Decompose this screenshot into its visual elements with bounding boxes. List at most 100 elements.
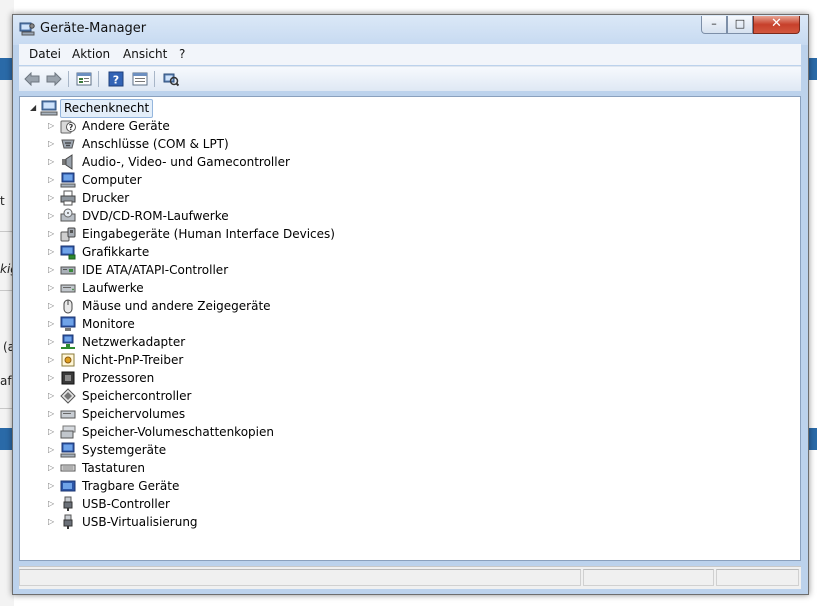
speaker-icon: [62, 154, 73, 170]
disk-drive-icon: [60, 284, 76, 293]
tree-item[interactable]: ▷ Anschlüsse (COM & LPT): [48, 135, 378, 153]
maximize-button[interactable]: □: [727, 16, 753, 34]
portable-device-icon: [60, 480, 76, 492]
toolbar-separator: [154, 71, 155, 87]
expand-arrow-icon[interactable]: ▷: [48, 265, 54, 274]
menu-help[interactable]: ?: [179, 47, 185, 61]
tree-item[interactable]: ▷ Speicher-Volumeschattenkopien: [48, 423, 378, 441]
tree-item-label: Tastaturen: [82, 461, 145, 475]
properties-button[interactable]: [75, 70, 93, 88]
expand-arrow-icon[interactable]: ▷: [48, 355, 54, 364]
tree-item-label: Nicht-PnP-Treiber: [82, 353, 184, 367]
expand-arrow-icon[interactable]: ▷: [48, 139, 54, 148]
help-icon: ?: [108, 71, 124, 87]
tree-item[interactable]: ▷ Nicht-PnP-Treiber: [48, 351, 378, 369]
menu-ansicht[interactable]: Ansicht: [123, 47, 167, 61]
tree-item[interactable]: ▷ Prozessoren: [48, 369, 378, 387]
menu-aktion[interactable]: Aktion: [72, 47, 110, 61]
tree-item-label: Systemgeräte: [82, 443, 167, 457]
close-icon: ✕: [771, 16, 782, 31]
tree-item-label: Grafikkarte: [82, 245, 150, 259]
tree-item-label: Monitore: [82, 317, 135, 331]
expand-arrow-icon[interactable]: ▷: [48, 121, 54, 130]
tree-item-label: Eingabegeräte (Human Interface Devices): [82, 227, 335, 241]
tree-item-label: Speichervolumes: [82, 407, 186, 421]
help-button[interactable]: ?: [107, 70, 125, 88]
status-cell: [716, 569, 799, 586]
computer-icon: [60, 172, 76, 188]
hid-icon: [60, 227, 76, 242]
expand-arrow-icon[interactable]: ▷: [48, 283, 54, 292]
expand-arrow-icon[interactable]: ▷: [48, 301, 54, 310]
tree-item-label: Audio-, Video- und Gamecontroller: [82, 155, 290, 169]
storage-controller-icon: [60, 388, 76, 404]
shadow-copy-icon: [60, 425, 76, 439]
expand-arrow-icon[interactable]: ▷: [48, 445, 54, 454]
tree-item-label: Speichercontroller: [82, 389, 192, 403]
expand-arrow-icon[interactable]: ▷: [48, 499, 54, 508]
expand-arrow-icon[interactable]: ▷: [48, 229, 54, 238]
menu-datei[interactable]: Datei: [29, 47, 61, 61]
expand-arrow-icon[interactable]: ◢: [30, 103, 36, 112]
tree-item[interactable]: ▷ Eingabegeräte (Human Interface Devices): [48, 225, 378, 243]
usb-icon: [63, 514, 73, 529]
tree-item[interactable]: ▷ USB-Virtualisierung: [48, 513, 378, 531]
expand-arrow-icon[interactable]: ▷: [48, 427, 54, 436]
tree-item[interactable]: ▷ Tragbare Geräte: [48, 477, 378, 495]
tree-item-label: Netzwerkadapter: [82, 335, 186, 349]
svg-text:?: ?: [69, 123, 74, 132]
expand-arrow-icon[interactable]: ▷: [48, 247, 54, 256]
storage-volume-icon: [60, 410, 76, 419]
details-view-button[interactable]: [131, 70, 149, 88]
printer-icon: [60, 190, 76, 206]
expand-arrow-icon[interactable]: ▷: [48, 373, 54, 382]
tree-item[interactable]: ▷ DVD/CD-ROM-Laufwerke: [48, 207, 378, 225]
expand-arrow-icon[interactable]: ▷: [48, 409, 54, 418]
scan-hardware-button[interactable]: [162, 70, 180, 88]
window-title: Geräte-Manager: [40, 21, 147, 36]
tree-item[interactable]: ▷ Computer: [48, 171, 378, 189]
tree-item[interactable]: ▷ Mäuse und andere Zeigegeräte: [48, 297, 378, 315]
port-icon: [61, 139, 75, 149]
status-cell: [19, 569, 581, 586]
expand-arrow-icon[interactable]: ▷: [48, 157, 54, 166]
expand-arrow-icon[interactable]: ▷: [48, 481, 54, 490]
tree-item[interactable]: ▷ Audio-, Video- und Gamecontroller: [48, 153, 378, 171]
tree-item[interactable]: ▷? Andere Geräte: [48, 117, 378, 135]
minimize-icon: –: [711, 17, 717, 30]
tree-item[interactable]: ▷ Laufwerke: [48, 279, 378, 297]
status-cell: [583, 569, 714, 586]
usb-icon: [63, 496, 73, 511]
tree-item-label: Laufwerke: [82, 281, 144, 295]
tree-item[interactable]: ▷ USB-Controller: [48, 495, 378, 513]
title-bar[interactable]: Geräte-Manager – □ ✕: [13, 15, 808, 45]
close-button[interactable]: ✕: [753, 16, 800, 34]
expand-arrow-icon[interactable]: ▷: [48, 463, 54, 472]
tree-item-label: Drucker: [82, 191, 130, 205]
expand-arrow-icon[interactable]: ▷: [48, 211, 54, 220]
expand-arrow-icon[interactable]: ▷: [48, 319, 54, 328]
expand-arrow-icon[interactable]: ▷: [48, 337, 54, 346]
tree-item[interactable]: ▷ Monitore: [48, 315, 378, 333]
tree-item[interactable]: ▷ Tastaturen: [48, 459, 378, 477]
minimize-button[interactable]: –: [701, 16, 727, 34]
details-view-icon: [132, 72, 148, 86]
tree-item[interactable]: ▷ IDE ATA/ATAPI-Controller: [48, 261, 378, 279]
back-arrow-icon: [24, 72, 40, 86]
forward-button[interactable]: [45, 70, 63, 88]
expand-arrow-icon[interactable]: ▷: [48, 517, 54, 526]
background-text: af: [0, 374, 12, 388]
tree-item[interactable]: ▷ Netzwerkadapter: [48, 333, 378, 351]
expand-arrow-icon[interactable]: ▷: [48, 391, 54, 400]
tree-item[interactable]: ▷ Systemgeräte: [48, 441, 378, 459]
expand-arrow-icon[interactable]: ▷: [48, 193, 54, 202]
tree-item[interactable]: ▷ Grafikkarte: [48, 243, 378, 261]
back-button[interactable]: [23, 70, 41, 88]
tree-item[interactable]: ▷ Speichervolumes: [48, 405, 378, 423]
tree-item[interactable]: ▷ Speichercontroller: [48, 387, 378, 405]
expand-arrow-icon[interactable]: ▷: [48, 175, 54, 184]
device-manager-icon: [19, 22, 35, 36]
tree-item-label: DVD/CD-ROM-Laufwerke: [82, 209, 229, 223]
toolbar-separator: [68, 71, 69, 87]
tree-item[interactable]: ▷ Drucker: [48, 189, 378, 207]
